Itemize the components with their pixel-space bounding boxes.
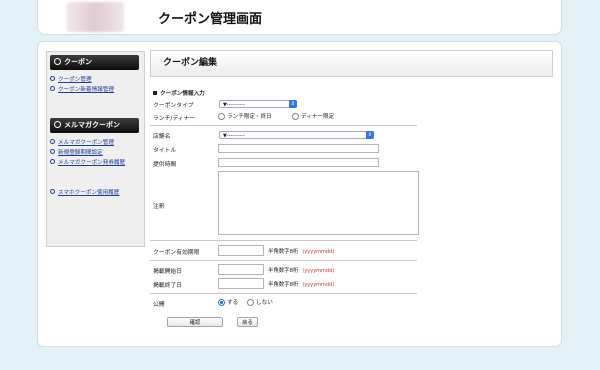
- circle-bullet-icon: [50, 159, 55, 164]
- store-label: 店舗名: [153, 134, 171, 140]
- circle-bullet-icon: [50, 139, 55, 144]
- square-bullet-icon: [153, 91, 157, 95]
- public-yes-radio[interactable]: する: [218, 298, 238, 306]
- note-label: 注釈: [153, 204, 165, 210]
- circle-bullet-icon: [54, 121, 61, 128]
- sidebar-link-mailmag-management[interactable]: メルマガクーポン管理: [50, 138, 114, 146]
- confirm-button[interactable]: 確認: [167, 317, 223, 327]
- sidebar: クーポン クーポン管理 クーポン新着情報管理 メルマガクーポン メルマガクーポン…: [46, 51, 145, 247]
- header: クーポン管理画面: [37, 0, 562, 35]
- divider: [150, 293, 417, 294]
- radio-icon: [218, 113, 225, 120]
- sidebar-link-coupon-news[interactable]: クーポン新着情報管理: [50, 85, 114, 93]
- publish-end-input[interactable]: [218, 278, 264, 289]
- coupon-type-label: クーポンタイプ: [153, 103, 194, 109]
- publish-start-label: 掲載開始日: [153, 269, 182, 275]
- back-button[interactable]: 戻る: [237, 317, 258, 327]
- publish-start-hint: 半角数字8桁 (yyyymmdd): [268, 268, 335, 274]
- note-textarea[interactable]: [218, 171, 419, 235]
- lunch-dinner-label: ランチ/ディナー: [153, 116, 196, 122]
- divider: [150, 260, 417, 261]
- divider: [150, 125, 417, 126]
- sidebar-section-coupon: クーポン: [50, 55, 139, 70]
- sidebar-link-registration-period[interactable]: 新規登録期間設定: [50, 148, 103, 156]
- select-arrow-icon: ⇕: [366, 131, 374, 139]
- valid-until-input[interactable]: [218, 245, 264, 256]
- select-arrow-icon: ⇕: [289, 100, 297, 108]
- title-label: タイトル: [153, 148, 177, 154]
- radio-icon: [247, 299, 254, 306]
- circle-bullet-icon: [50, 76, 55, 81]
- title-input[interactable]: [218, 144, 379, 153]
- circle-bullet-icon: [50, 86, 55, 91]
- logo: [66, 2, 124, 32]
- public-no-radio[interactable]: しない: [247, 298, 273, 306]
- circle-bullet-icon: [54, 58, 61, 65]
- sidebar-link-coupon-management[interactable]: クーポン管理: [50, 75, 92, 83]
- valid-until-hint: 半角数字8桁 (yyyymmdd): [268, 249, 335, 255]
- sidebar-link-smartphone-history[interactable]: スマホクーポン使用履歴: [50, 188, 119, 196]
- circle-bullet-icon: [50, 189, 55, 194]
- publish-start-input[interactable]: [218, 264, 264, 275]
- sidebar-link-issue-history[interactable]: メルマガクーポン発券履歴: [50, 158, 125, 166]
- sidebar-section-mailmag: メルマガクーポン: [50, 118, 139, 133]
- coupon-type-select[interactable]: ▼---------- ⇕: [219, 100, 297, 108]
- valid-until-label: クーポン有効期限: [153, 250, 200, 256]
- section-label: クーポン情報入力: [153, 89, 205, 97]
- period-input[interactable]: [218, 158, 379, 167]
- publish-end-hint: 半角数字8桁 (yyyymmdd): [268, 282, 335, 288]
- period-label: 提供時間: [153, 162, 177, 168]
- app-title: クーポン管理画面: [158, 12, 263, 27]
- publish-end-label: 掲載終了日: [153, 283, 182, 289]
- page-title: クーポン編集: [150, 50, 553, 77]
- public-label: 公開: [153, 302, 165, 308]
- main-panel: クーポン クーポン管理 クーポン新着情報管理 メルマガクーポン メルマガクーポン…: [37, 41, 562, 347]
- radio-selected-icon: [218, 299, 225, 306]
- dinner-radio[interactable]: ディナー限定: [292, 112, 334, 120]
- radio-icon: [292, 113, 299, 120]
- lunch-radio[interactable]: ランチ限定・終日: [218, 112, 272, 120]
- store-select[interactable]: ▼---------- ⇕: [219, 131, 374, 139]
- divider: [150, 240, 417, 241]
- circle-bullet-icon: [50, 149, 55, 154]
